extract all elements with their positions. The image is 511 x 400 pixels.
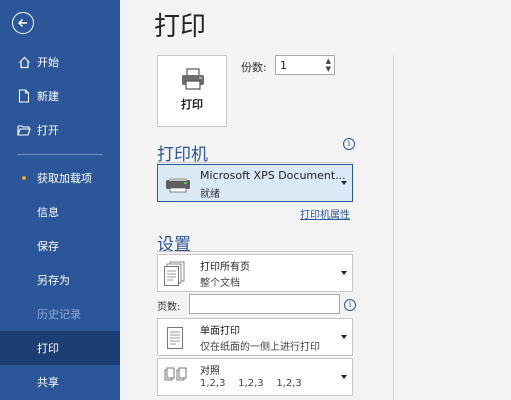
open-folder-icon [17,123,31,137]
copies-label: 份数: [241,61,267,74]
sidebar-item-history: 历史记录 [0,297,120,331]
sidebar-item-new[interactable]: 新建 [0,79,120,113]
sidebar-item-print[interactable]: 打印 [0,331,120,365]
printer-status: 就绪 [200,189,220,200]
sidebar-item-label: 共享 [37,376,59,389]
sidebar-item-open[interactable]: 打开 [0,113,120,147]
backstage-sidebar: 开始 新建 打开 获取加载项 信息 保存 另存为 历史记录 打印 共享 [0,0,120,400]
sidebar-item-get-addins[interactable]: 获取加载项 [0,161,120,195]
sides-secondary: 仅在纸面的一侧上进行打印 [200,342,320,353]
section-underline [157,251,353,252]
printer-name: Microsoft XPS Document... [200,169,346,182]
chevron-down-icon [341,181,347,185]
printer-icon [180,68,206,94]
sides-select[interactable]: 单面打印 仅在纸面的一侧上进行打印 [157,318,353,356]
home-icon [17,55,31,69]
collate-icon [164,365,190,389]
info-icon[interactable]: i [344,299,356,311]
pages-label: 页数: [157,302,181,313]
chevron-down-icon [341,271,347,275]
info-icon[interactable]: i [343,138,355,150]
printer-properties-link[interactable]: 打印机属性 [300,206,350,221]
spin-arrows-icon[interactable]: ▲ ▼ [326,57,331,73]
new-document-icon [17,89,31,103]
back-button[interactable] [12,12,34,34]
sidebar-item-info[interactable]: 信息 [0,195,120,229]
sidebar-item-label: 信息 [37,206,59,219]
sidebar-item-label: 打印 [37,342,59,355]
sidebar-item-save-as[interactable]: 另存为 [0,263,120,297]
print-button-label: 打印 [181,98,203,111]
back-arrow-icon [17,18,27,28]
sidebar-item-label: 保存 [37,240,59,253]
collate-secondary: 1,2,3 1,2,3 1,2,3 [200,378,302,389]
copies-value: 1 [280,59,287,72]
page-title: 打印 [154,12,207,42]
scope-primary: 打印所有页 [200,262,250,273]
sidebar-item-label: 打开 [37,124,59,137]
printer-select[interactable]: Microsoft XPS Document... 就绪 [157,164,353,202]
chevron-down-icon [341,335,347,339]
preview-divider [393,55,394,400]
section-underline [157,162,353,163]
scope-secondary: 整个文档 [200,278,240,289]
notification-dot-icon [22,176,26,180]
sidebar-item-label: 历史记录 [37,308,81,321]
collate-primary: 对照 [200,366,220,377]
print-scope-select[interactable]: 打印所有页 整个文档 [157,254,353,292]
copies-stepper[interactable]: 1 ▲ ▼ [275,55,335,75]
single-sided-icon [164,325,186,355]
pages-input[interactable] [189,294,340,314]
sidebar-item-label: 另存为 [37,274,70,287]
sidebar-divider [17,154,103,155]
sidebar-item-share[interactable]: 共享 [0,365,120,399]
chevron-down-icon [341,375,347,379]
printer-icon [165,177,191,197]
print-panel: 打印 打印 份数: 1 ▲ ▼ 打印机 i Microsoft XPS Docu… [120,0,511,400]
sidebar-item-save[interactable]: 保存 [0,229,120,263]
sidebar-item-home[interactable]: 开始 [0,45,120,79]
collate-select[interactable]: 对照 1,2,3 1,2,3 1,2,3 [157,358,353,396]
pages-stack-icon [164,261,186,291]
sidebar-item-label: 开始 [37,56,59,69]
sides-primary: 单面打印 [200,326,240,337]
sidebar-item-label: 新建 [37,90,59,103]
sidebar-item-label: 获取加载项 [37,172,92,185]
print-button[interactable]: 打印 [157,55,227,127]
